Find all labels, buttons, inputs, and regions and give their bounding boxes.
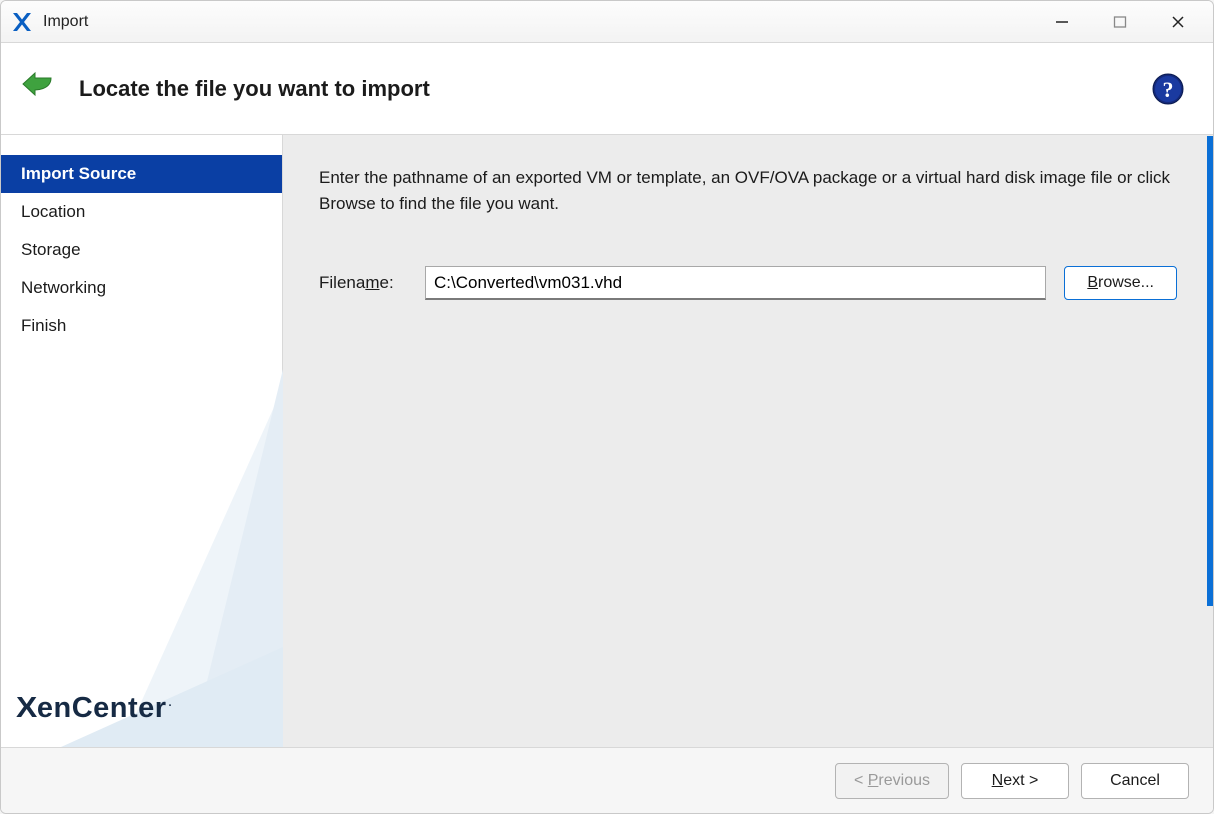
filename-input[interactable] [425,266,1046,300]
wizard-footer: < Previous Next > Cancel [1,747,1213,813]
wizard-body: Import Source Location Storage Networkin… [1,135,1213,747]
xencenter-logo: XenCenter. [17,692,172,725]
sidebar-background-decoration [1,347,283,747]
next-button[interactable]: Next > [961,763,1069,799]
window-title: Import [43,13,88,31]
step-storage[interactable]: Storage [1,231,282,269]
wizard-steps-sidebar: Import Source Location Storage Networkin… [1,135,283,747]
help-icon[interactable]: ? [1151,72,1185,106]
step-finish[interactable]: Finish [1,307,282,345]
minimize-button[interactable] [1033,1,1091,43]
filename-row: Filename: Browse... [319,266,1177,300]
step-networking[interactable]: Networking [1,269,282,307]
app-icon [11,11,33,33]
wizard-main-panel: Enter the pathname of an exported VM or … [283,135,1213,747]
svg-text:?: ? [1163,77,1174,102]
import-wizard-window: Import Locate the file you want to impor… [0,0,1214,814]
maximize-button[interactable] [1091,1,1149,43]
filename-label: Filename: [319,273,407,293]
browse-button[interactable]: Browse... [1064,266,1177,300]
previous-button: < Previous [835,763,949,799]
instructions-text: Enter the pathname of an exported VM or … [319,165,1177,216]
page-title: Locate the file you want to import [79,76,430,102]
titlebar: Import [1,1,1213,43]
wizard-header: Locate the file you want to import ? [1,43,1213,135]
back-arrow-icon [19,68,61,110]
cancel-button[interactable]: Cancel [1081,763,1189,799]
step-import-source[interactable]: Import Source [1,155,282,193]
step-location[interactable]: Location [1,193,282,231]
close-button[interactable] [1149,1,1207,43]
scrollbar-accent [1207,136,1213,606]
